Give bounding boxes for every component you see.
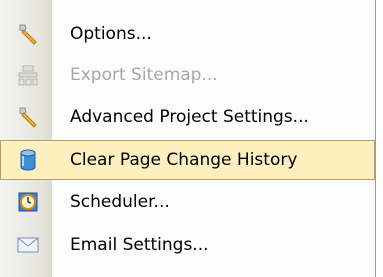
menu-item-label: Options...: [70, 24, 152, 44]
wrench-icon: [16, 105, 40, 129]
menu-item-label: Export Sitemap...: [70, 65, 218, 85]
menu-item-clear-page-change-history[interactable]: Clear Page Change History: [0, 140, 375, 180]
clock-icon: [16, 190, 40, 214]
envelope-icon: [16, 233, 40, 257]
export-sitemap-icon: [16, 63, 40, 87]
menu-item-email-settings[interactable]: Email Settings...: [0, 225, 375, 265]
menu-item-label: Clear Page Change History: [70, 150, 298, 170]
menu-item-label: Advanced Project Settings...: [70, 107, 309, 127]
menu-item-advanced-project-settings[interactable]: Advanced Project Settings...: [0, 97, 375, 137]
menu-item-label: Scheduler...: [70, 192, 170, 212]
menu-border: [375, 0, 376, 277]
menu-item-options[interactable]: Options...: [0, 14, 375, 54]
menu-item-label: Email Settings...: [70, 235, 209, 255]
menu-item-scheduler[interactable]: Scheduler...: [0, 182, 375, 222]
menu-item-export-sitemap[interactable]: Export Sitemap...: [0, 55, 375, 95]
wrench-icon: [16, 22, 40, 46]
database-icon: [16, 148, 40, 172]
context-menu: Options... Export Sitemap... Advanced Pr…: [0, 0, 376, 277]
